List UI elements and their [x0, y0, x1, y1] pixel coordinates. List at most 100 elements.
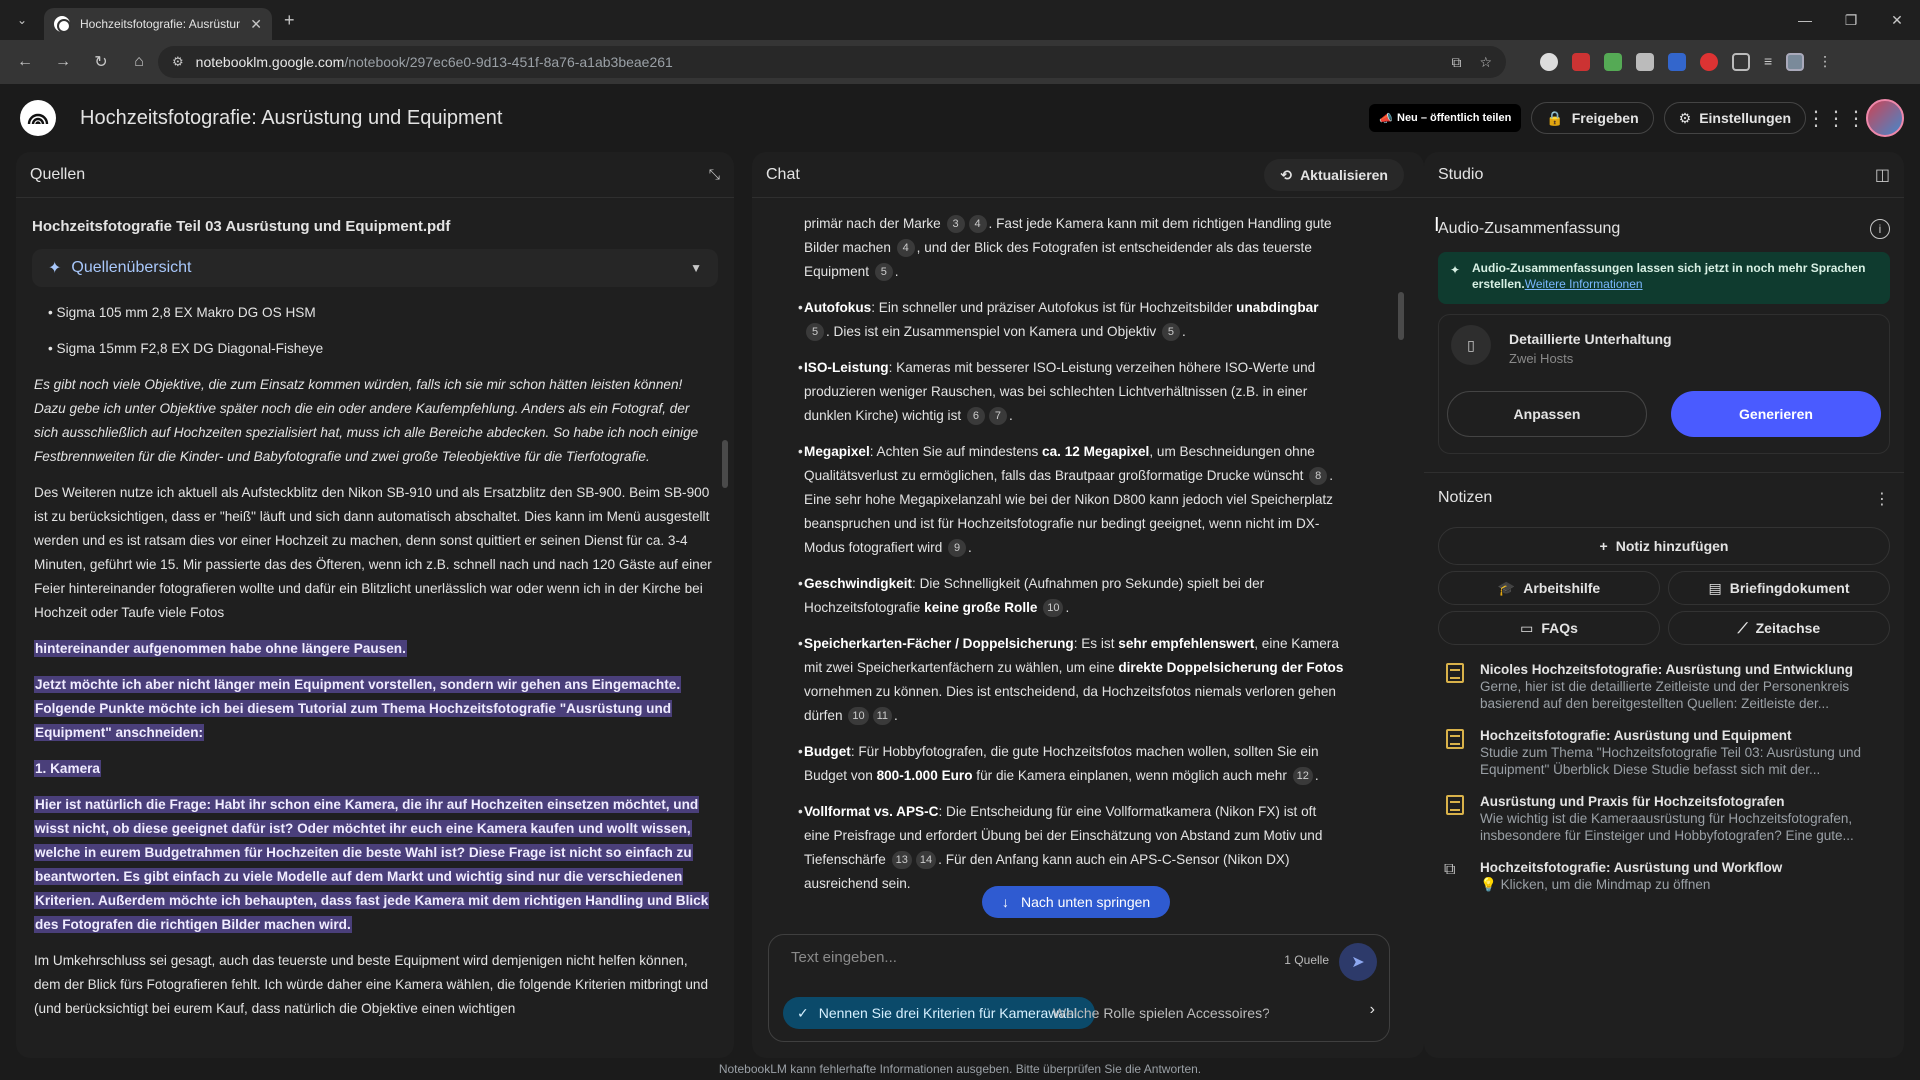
- close-window-icon[interactable]: ✕: [1874, 0, 1920, 40]
- source-paragraph: Im Umkehrschluss sei gesagt, auch das te…: [34, 953, 709, 1016]
- chat-panel: Chat ⟲ Aktualisieren primär nach der Mark…: [752, 152, 1424, 1058]
- puzzle-extensions-icon[interactable]: [1732, 53, 1750, 71]
- citation-badge[interactable]: 6: [966, 407, 985, 425]
- citation-badge[interactable]: 12: [1292, 767, 1313, 785]
- collapse-panel-icon[interactable]: ⤡: [709, 166, 720, 183]
- studio-header: Studio ◫: [1424, 152, 1904, 198]
- suggestion-chip[interactable]: Welche Rolle spielen Accessoires?: [1039, 997, 1269, 1029]
- media-control-icon[interactable]: ≡: [1764, 53, 1772, 71]
- note-description-text: Klicken, um die Mindmap zu öffnen: [1500, 877, 1711, 892]
- sources-panel: Quellen ⤡ Hochzeitsfotografie Teil 03 Au…: [16, 152, 734, 1058]
- note-icon: [1446, 729, 1464, 749]
- briefing-doc-button[interactable]: ▤ Briefingdokument: [1668, 571, 1890, 605]
- bookmark-star-icon[interactable]: ☆: [1479, 54, 1492, 71]
- public-share-label: Neu – öffentlich teilen: [1397, 112, 1512, 124]
- chat-list-item: • Budget: Für Hobbyfotografen, die gute H…: [798, 744, 1319, 785]
- restore-icon[interactable]: ❐: [1828, 0, 1874, 40]
- citation-badge[interactable]: 14: [915, 851, 937, 869]
- plus-icon: +: [1599, 538, 1608, 554]
- note-title: Hochzeitsfotografie: Ausrüstung und Equi…: [1480, 728, 1792, 743]
- close-tab-icon[interactable]: ✕: [250, 16, 262, 33]
- more-info-link[interactable]: Weitere Informationen: [1525, 277, 1643, 291]
- timeline-button[interactable]: ⟋ Zeitachse: [1668, 611, 1890, 645]
- chat-input[interactable]: Text eingeben...: [791, 949, 897, 966]
- customize-button[interactable]: Anpassen: [1447, 391, 1647, 437]
- extension-icon[interactable]: [1668, 53, 1686, 71]
- url-host: notebooklm.google.com: [195, 54, 345, 70]
- extension-icon[interactable]: [1540, 53, 1558, 71]
- citation-badge[interactable]: 10: [848, 707, 869, 725]
- source-overview-toggle[interactable]: ✦ Quellenübersicht ▼: [32, 249, 718, 287]
- notebooklm-logo-icon[interactable]: [20, 100, 56, 136]
- browser-tabbar: ⌄ Hochzeitsfotografie: Ausrüstung ✕ + — …: [0, 0, 1920, 40]
- app-header: Hochzeitsfotografie: Ausrüstung und Equi…: [0, 84, 1920, 152]
- graduation-cap-icon: 🎓: [1497, 579, 1516, 596]
- add-note-button[interactable]: + Notiz hinzufügen: [1438, 527, 1890, 565]
- more-options-icon[interactable]: ⋮: [1874, 489, 1890, 509]
- citation-badge[interactable]: 11: [872, 707, 892, 725]
- back-icon[interactable]: ←: [8, 45, 42, 79]
- generate-button[interactable]: Generieren: [1671, 391, 1881, 437]
- document-icon: ▤: [1708, 579, 1722, 596]
- refresh-button[interactable]: ⟲ Aktualisieren: [1264, 159, 1404, 191]
- text-cursor-icon: I: [1434, 214, 1440, 236]
- audio-summary-title: Audio-Zusammenfassung: [1438, 220, 1621, 237]
- site-info-icon[interactable]: ⚙: [172, 54, 184, 70]
- list-item: • Sigma 15mm F2,8 EX DG Diagonal-Fisheye: [48, 341, 324, 356]
- forward-icon[interactable]: →: [46, 45, 80, 79]
- browser-profile-avatar[interactable]: [1786, 53, 1805, 71]
- notes-list: Nicoles Hochzeitsfotografie: Ausrüstung …: [1438, 661, 1890, 925]
- apps-grid-icon[interactable]: ⋮⋮⋮: [1806, 98, 1866, 138]
- refresh-label: Aktualisieren: [1300, 167, 1388, 183]
- citation-badge[interactable]: 5: [874, 263, 893, 281]
- toggle-panel-icon[interactable]: ◫: [1875, 165, 1890, 185]
- chat-scrollbar[interactable]: [1398, 292, 1404, 340]
- install-app-icon[interactable]: ⧉: [1451, 54, 1461, 71]
- chat-heading: Chat: [766, 165, 800, 183]
- sources-scrollbar[interactable]: [722, 440, 728, 488]
- citation-badge[interactable]: 4: [968, 215, 987, 233]
- faq-button[interactable]: ▭ FAQs: [1438, 611, 1660, 645]
- extension-icon[interactable]: [1572, 53, 1590, 71]
- tab-search-icon[interactable]: ⌄: [8, 6, 36, 34]
- extension-icon[interactable]: [1604, 53, 1622, 71]
- extension-icon[interactable]: [1700, 53, 1718, 71]
- address-bar[interactable]: ⚙ notebooklm.google.com/notebook/297ec6e…: [158, 46, 1506, 78]
- citation-badge[interactable]: 4: [896, 239, 915, 257]
- info-icon[interactable]: i: [1870, 219, 1890, 239]
- settings-button[interactable]: ⚙ Einstellungen: [1663, 102, 1806, 134]
- send-button[interactable]: ➤: [1339, 943, 1377, 981]
- browser-tab[interactable]: Hochzeitsfotografie: Ausrüstung ✕: [44, 8, 272, 40]
- camera-extension-icon[interactable]: [1636, 53, 1654, 71]
- conversation-title: Detaillierte Unterhaltung: [1509, 331, 1672, 347]
- chat-response: primär nach der Marke 34. Fast jede Kame…: [752, 198, 1424, 896]
- reload-icon[interactable]: ↻: [84, 45, 118, 79]
- citation-badge[interactable]: 7: [988, 407, 1007, 425]
- public-share-badge[interactable]: 📣 Neu – öffentlich teilen: [1369, 104, 1522, 132]
- share-button[interactable]: 🔒 Freigeben: [1531, 102, 1654, 134]
- study-guide-button[interactable]: 🎓 Arbeitshilfe: [1438, 571, 1660, 605]
- note-item[interactable]: ⧉ Hochzeitsfotografie: Ausrüstung und Wo…: [1438, 859, 1890, 925]
- window-controls: — ❐ ✕: [1782, 0, 1920, 40]
- citation-badge[interactable]: 5: [1161, 323, 1180, 341]
- citation-badge[interactable]: 8: [1309, 467, 1328, 485]
- faq-icon: ▭: [1520, 619, 1534, 636]
- citation-badge[interactable]: 10: [1043, 599, 1064, 617]
- citation-badge[interactable]: 5: [806, 323, 824, 341]
- new-tab-icon[interactable]: +: [284, 10, 295, 31]
- chip-label: Briefingdokument: [1729, 580, 1850, 596]
- citation-badge[interactable]: 9: [948, 539, 967, 557]
- minimize-icon[interactable]: —: [1782, 0, 1828, 40]
- user-avatar[interactable]: [1866, 99, 1904, 137]
- note-item[interactable]: Hochzeitsfotografie: Ausrüstung und Equi…: [1438, 727, 1890, 793]
- citation-badge[interactable]: 3: [946, 215, 965, 233]
- home-icon[interactable]: ⌂: [122, 45, 156, 79]
- studio-panel: Studio ◫ I Audio-Zusammenfassung i ✦ Aud…: [1424, 152, 1904, 1058]
- citation-badge[interactable]: 13: [891, 851, 912, 869]
- browser-menu-icon[interactable]: ⋮: [1818, 53, 1832, 71]
- chevron-right-icon[interactable]: ›: [1370, 1001, 1375, 1019]
- jump-to-bottom-button[interactable]: ↓ Nach unten springen: [982, 886, 1171, 918]
- note-item[interactable]: Ausrüstung und Praxis für Hochzeitsfotog…: [1438, 793, 1890, 859]
- notebook-title[interactable]: Hochzeitsfotografie: Ausrüstung und Equi…: [80, 107, 502, 130]
- note-item[interactable]: Nicoles Hochzeitsfotografie: Ausrüstung …: [1438, 661, 1890, 727]
